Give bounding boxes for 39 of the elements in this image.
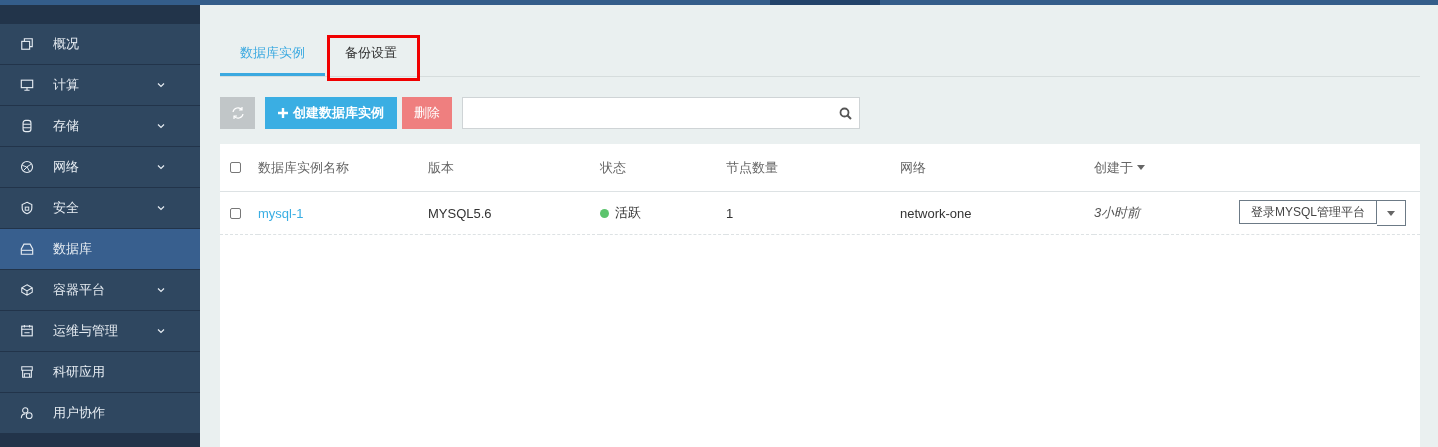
sidebar-item[interactable]: 运维与管理 bbox=[0, 311, 200, 352]
column-header: 数据库实例名称 bbox=[258, 158, 349, 177]
sidebar-item[interactable]: 存储 bbox=[0, 106, 200, 147]
plus-icon bbox=[278, 108, 288, 118]
search-field[interactable] bbox=[462, 97, 860, 129]
table-cell: 3小时前 bbox=[1094, 205, 1141, 220]
table-cell: 1 bbox=[726, 205, 734, 221]
checkbox[interactable] bbox=[230, 207, 241, 219]
sidebar-item[interactable]: 概况 bbox=[0, 24, 200, 65]
checkbox[interactable] bbox=[230, 162, 241, 173]
column-header: 状态 bbox=[600, 158, 626, 177]
database-icon bbox=[20, 119, 34, 133]
users-icon bbox=[20, 406, 34, 420]
column-header: 节点数量 bbox=[726, 158, 778, 177]
caret-icon bbox=[1387, 210, 1395, 216]
table-cell: network-one bbox=[900, 205, 972, 221]
refresh-icon bbox=[230, 106, 245, 120]
sidebar-item[interactable]: 计算 bbox=[0, 65, 200, 106]
shield-icon bbox=[20, 201, 34, 215]
dropdown-button[interactable] bbox=[1377, 200, 1406, 226]
monitor-icon bbox=[20, 78, 34, 92]
store-icon bbox=[20, 365, 34, 379]
copy-icon bbox=[20, 37, 34, 51]
sidebar-item[interactable]: 数据库 bbox=[0, 229, 200, 270]
tray-icon bbox=[20, 242, 34, 256]
column-header: 版本 bbox=[428, 158, 454, 177]
search-icon bbox=[839, 106, 852, 120]
board-icon bbox=[20, 324, 34, 338]
login-button[interactable]: 登录MYSQL管理平台 bbox=[1239, 200, 1377, 224]
sidebar-item[interactable]: 网络 bbox=[0, 147, 200, 188]
column-header: 网络 bbox=[900, 158, 926, 177]
globe-icon bbox=[20, 160, 34, 174]
cube-icon bbox=[20, 283, 34, 297]
sidebar-item[interactable]: 科研应用 bbox=[0, 352, 200, 393]
sidebar-item[interactable]: 容器平台 bbox=[0, 270, 200, 311]
tab[interactable]: 备份设置 bbox=[325, 32, 417, 76]
column-header[interactable]: 创建于 bbox=[1094, 158, 1145, 177]
status-text: 活跃 bbox=[615, 205, 641, 220]
table-cell: MYSQL5.6 bbox=[428, 205, 492, 221]
